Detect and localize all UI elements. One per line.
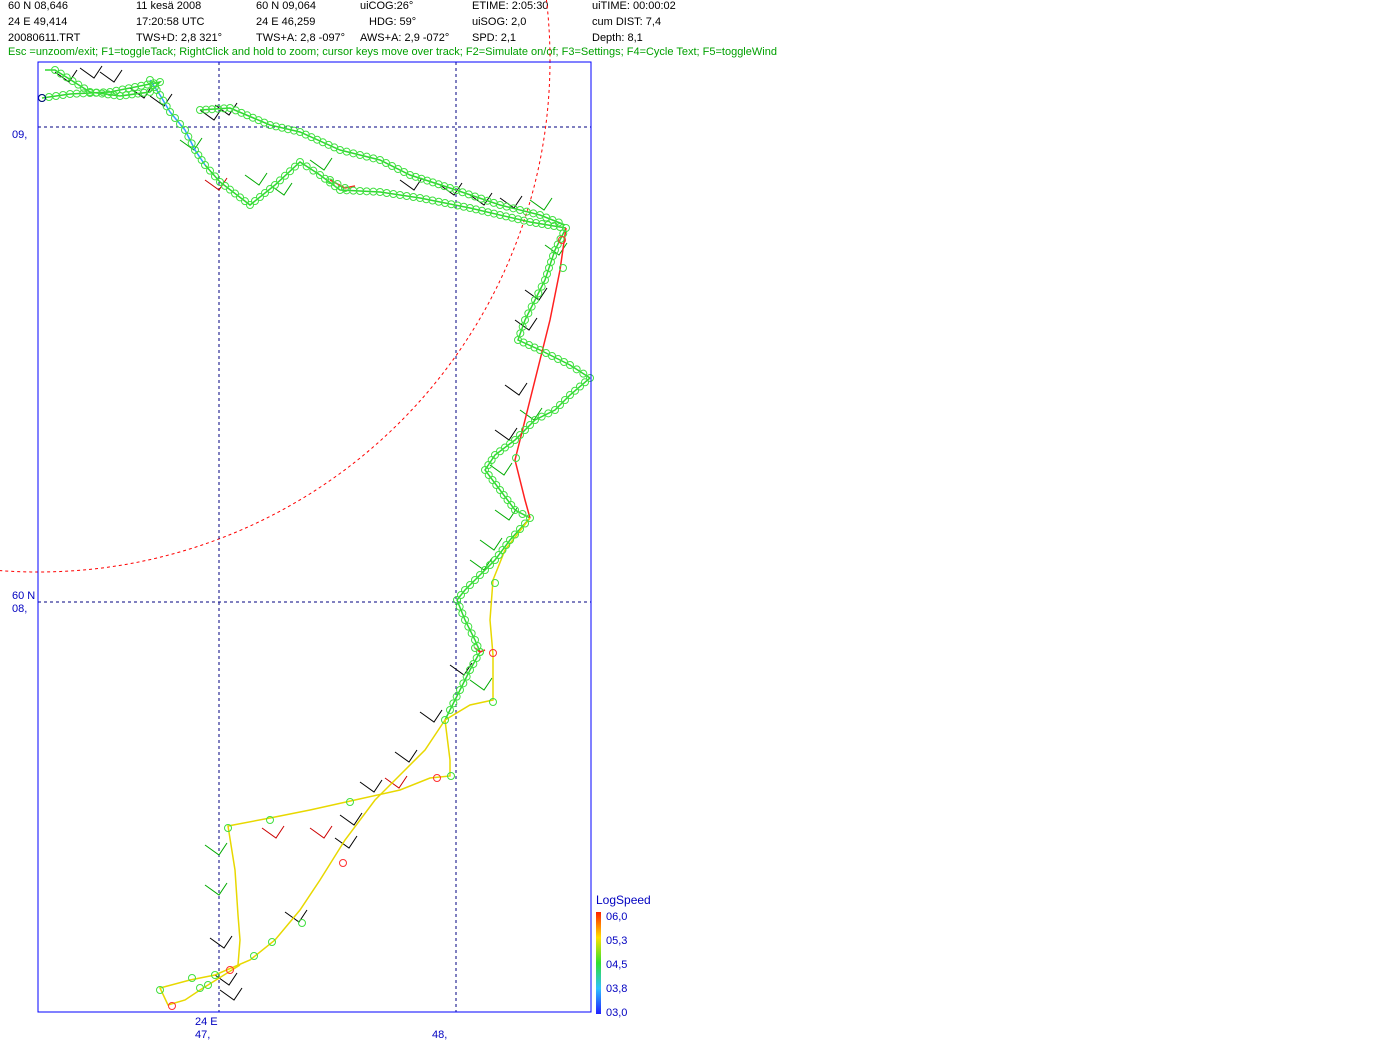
track-segment bbox=[514, 227, 567, 519]
wind-barb bbox=[339, 812, 363, 826]
wind-barb bbox=[469, 677, 493, 691]
wind-barb bbox=[209, 935, 233, 949]
wind-barb bbox=[219, 987, 243, 1001]
wind-barb bbox=[99, 69, 123, 83]
wind-barb bbox=[419, 709, 443, 723]
track-point-marker bbox=[188, 974, 196, 982]
lat-tick-mid-min: 08, bbox=[12, 603, 28, 615]
wind-barb bbox=[261, 825, 285, 839]
wind-barb bbox=[489, 462, 513, 476]
wind-barb bbox=[529, 197, 553, 211]
wind-barb bbox=[359, 779, 383, 793]
track-segment bbox=[444, 517, 531, 721]
track-plot[interactable] bbox=[0, 0, 1400, 1050]
track-segment bbox=[227, 719, 451, 966]
legend-color-bar bbox=[596, 912, 601, 1014]
wind-barb bbox=[494, 427, 518, 441]
wind-barb bbox=[309, 157, 333, 171]
legend-level: 06,0 bbox=[606, 911, 628, 923]
wind-barb bbox=[309, 825, 333, 839]
track-markers bbox=[38, 66, 594, 1010]
wind-barb bbox=[494, 507, 518, 521]
legend-level: 03,8 bbox=[606, 983, 628, 995]
legend-level: 03,0 bbox=[606, 1007, 628, 1019]
wind-barb bbox=[479, 537, 503, 551]
track-segment bbox=[444, 517, 531, 721]
wind-barb bbox=[204, 842, 228, 856]
track-segment bbox=[158, 719, 446, 1006]
track-point-marker bbox=[298, 919, 306, 927]
lat-tick-mid-deg: 60 N bbox=[12, 590, 36, 602]
track-segment bbox=[204, 161, 567, 229]
lon-tick-right: 48, bbox=[432, 1029, 448, 1041]
lon-tick-left-min: 47, bbox=[195, 1029, 211, 1041]
lon-tick-left-deg: 24 E bbox=[195, 1016, 218, 1028]
wind-barb bbox=[204, 882, 228, 896]
wind-barb bbox=[504, 382, 528, 396]
legend-title: LogSpeed bbox=[596, 893, 651, 907]
wind-barb bbox=[79, 65, 103, 79]
lat-tick-top: 09, bbox=[12, 129, 28, 141]
track-point-marker bbox=[339, 859, 347, 867]
wind-barb bbox=[394, 749, 418, 763]
wind-barbs bbox=[54, 65, 568, 1001]
legend-level: 05,3 bbox=[606, 935, 628, 947]
wind-barb bbox=[399, 177, 423, 191]
wind-barb bbox=[244, 172, 268, 186]
legend-level: 04,5 bbox=[606, 959, 628, 971]
